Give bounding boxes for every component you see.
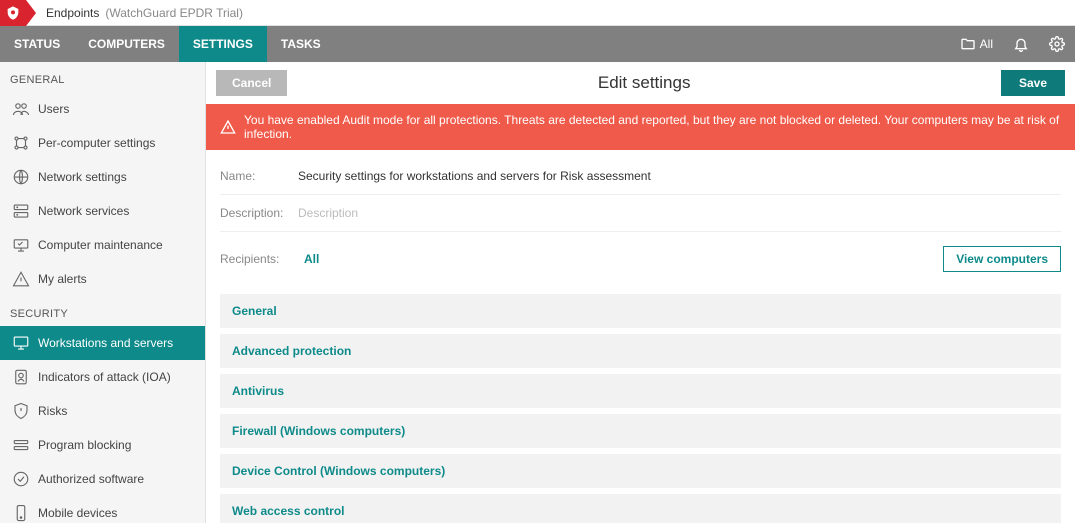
logo-arrow: [26, 0, 36, 26]
sidebar-item-users[interactable]: Users: [0, 92, 205, 126]
sidebar-item-authorized-software[interactable]: Authorized software: [0, 462, 205, 496]
panel-device-control[interactable]: Device Control (Windows computers): [220, 454, 1061, 488]
maintenance-icon: [10, 236, 32, 254]
globe-icon: [10, 168, 32, 186]
sidebar-item-program-blocking[interactable]: Program blocking: [0, 428, 205, 462]
name-input[interactable]: [298, 169, 1061, 183]
cancel-button[interactable]: Cancel: [216, 70, 287, 96]
name-label: Name:: [220, 169, 298, 183]
sidebar-item-risks[interactable]: Risks: [0, 394, 205, 428]
network-icon: [10, 134, 32, 152]
monitor-icon: [10, 334, 32, 352]
panel-general[interactable]: General: [220, 294, 1061, 328]
nav-computers[interactable]: COMPUTERS: [74, 26, 179, 62]
panel-firewall[interactable]: Firewall (Windows computers): [220, 414, 1061, 448]
sidebar-item-network-settings[interactable]: Network settings: [0, 160, 205, 194]
nav-tasks[interactable]: TASKS: [267, 26, 335, 62]
sidebar-item-my-alerts[interactable]: My alerts: [0, 262, 205, 296]
alert-icon: [10, 270, 32, 288]
brand-logo: [0, 0, 26, 26]
section-general: GENERAL: [0, 62, 205, 92]
users-icon: [10, 100, 32, 118]
alert-text: You have enabled Audit mode for all prot…: [244, 113, 1061, 141]
alert-bar: You have enabled Audit mode for all prot…: [206, 104, 1075, 150]
top-bar: Endpoints (WatchGuard EPDR Trial): [0, 0, 1075, 26]
server-icon: [10, 202, 32, 220]
sidebar-item-per-computer[interactable]: Per-computer settings: [0, 126, 205, 160]
page-title: Edit settings: [287, 73, 1001, 93]
warning-icon: [220, 119, 236, 135]
sidebar-item-label: Network services: [38, 204, 129, 218]
recipients-label: Recipients:: [220, 252, 298, 266]
recipients-row: Recipients: All View computers: [220, 236, 1061, 282]
view-computers-button[interactable]: View computers: [943, 246, 1061, 272]
sidebar-item-workstations[interactable]: Workstations and servers: [0, 326, 205, 360]
sidebar-item-label: Risks: [38, 404, 67, 418]
panel-advanced-protection[interactable]: Advanced protection: [220, 334, 1061, 368]
panel-web-access[interactable]: Web access control: [220, 494, 1061, 523]
section-security: SECURITY: [0, 296, 205, 326]
sidebar-item-mobile-devices[interactable]: Mobile devices: [0, 496, 205, 523]
app-title: Endpoints: [46, 6, 99, 20]
notifications-icon[interactable]: [1003, 26, 1039, 62]
sidebar-item-maintenance[interactable]: Computer maintenance: [0, 228, 205, 262]
save-button[interactable]: Save: [1001, 70, 1065, 96]
sidebar-item-label: Network settings: [38, 170, 127, 184]
sidebar-item-label: Users: [38, 102, 69, 116]
mobile-icon: [10, 504, 32, 522]
content-area: Cancel Edit settings Save You have enabl…: [206, 62, 1075, 523]
sidebar-item-ioa[interactable]: Indicators of attack (IOA): [0, 360, 205, 394]
sidebar-item-label: Per-computer settings: [38, 136, 155, 150]
header-row: Cancel Edit settings Save: [206, 62, 1075, 104]
folder-icon: [960, 36, 976, 52]
shield-icon: [10, 402, 32, 420]
folder-label: All: [980, 37, 993, 51]
sidebar-item-label: Computer maintenance: [38, 238, 163, 252]
sidebar-item-label: Workstations and servers: [38, 336, 173, 350]
ioa-icon: [10, 368, 32, 386]
panel-list: General Advanced protection Antivirus Fi…: [206, 294, 1075, 523]
sidebar-item-label: Indicators of attack (IOA): [38, 370, 171, 384]
nav-status[interactable]: STATUS: [0, 26, 74, 62]
sidebar-item-label: Authorized software: [38, 472, 144, 486]
gear-icon[interactable]: [1039, 26, 1075, 62]
blocking-icon: [10, 436, 32, 454]
description-label: Description:: [220, 206, 298, 220]
sidebar-item-label: Mobile devices: [38, 506, 117, 520]
recipients-value: All: [304, 252, 319, 266]
check-circle-icon: [10, 470, 32, 488]
nav-folder-all[interactable]: All: [950, 36, 1003, 52]
nav-settings[interactable]: SETTINGS: [179, 26, 267, 62]
sidebar-item-network-services[interactable]: Network services: [0, 194, 205, 228]
app-subtitle: (WatchGuard EPDR Trial): [105, 6, 243, 20]
sidebar-item-label: Program blocking: [38, 438, 131, 452]
sidebar-item-label: My alerts: [38, 272, 87, 286]
description-row: Description:: [220, 199, 1061, 227]
name-row: Name:: [220, 162, 1061, 190]
description-input[interactable]: [298, 206, 1061, 220]
form-area: Name: Description: Recipients: All View …: [206, 150, 1075, 294]
sidebar: GENERAL Users Per-computer settings Netw…: [0, 62, 206, 523]
nav-bar: STATUS COMPUTERS SETTINGS TASKS All: [0, 26, 1075, 62]
panel-antivirus[interactable]: Antivirus: [220, 374, 1061, 408]
